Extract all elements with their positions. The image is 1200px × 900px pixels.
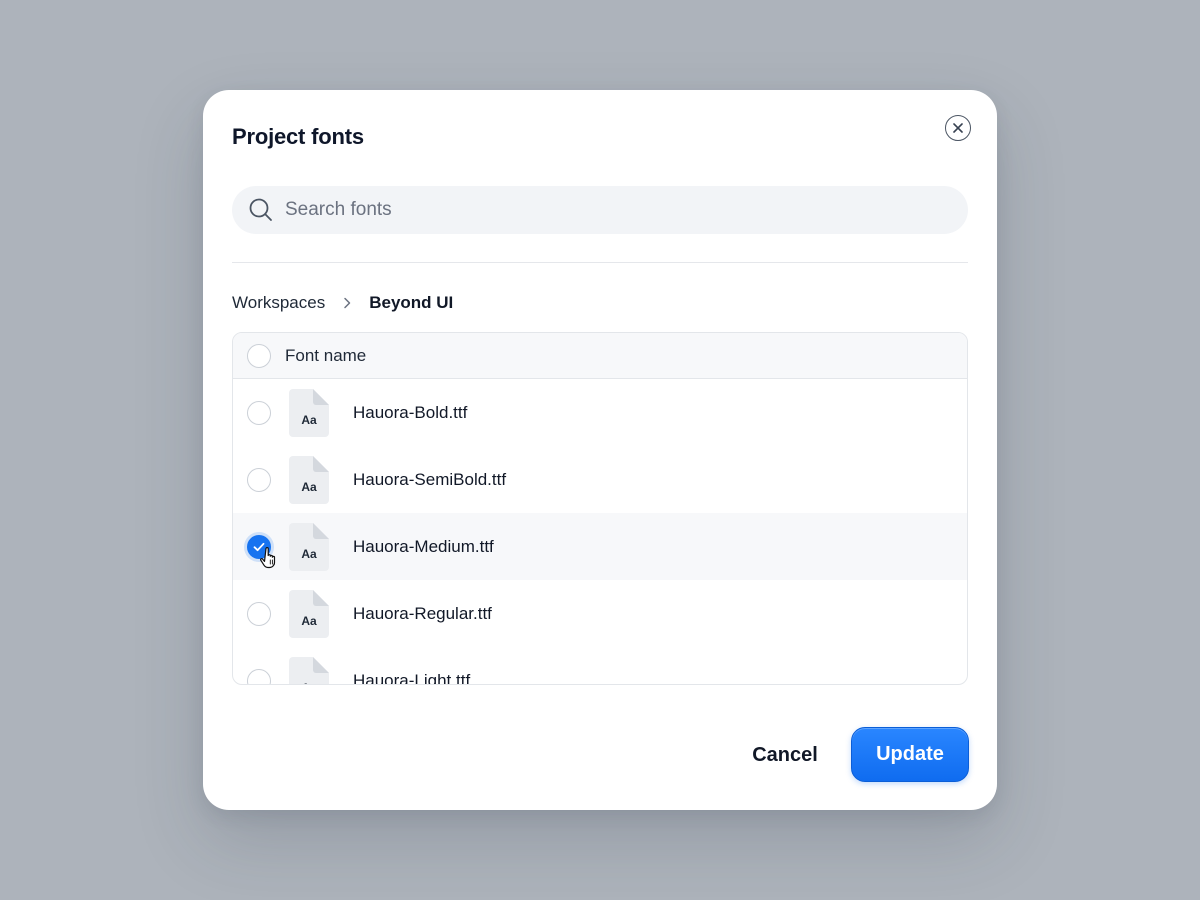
breadcrumb: Workspaces Beyond UI <box>232 293 453 313</box>
dialog-title: Project fonts <box>232 124 364 149</box>
font-file-icon: Aa <box>289 388 329 437</box>
font-file-name: Hauora-Regular.ttf <box>353 603 492 623</box>
close-icon <box>953 123 963 133</box>
update-button[interactable]: Update <box>851 727 969 782</box>
font-table: Font name Aa Hauora-Bold.ttf Aa Hauora-Semi… <box>232 332 968 685</box>
file-icon-label: Aa <box>301 613 317 628</box>
divider <box>232 262 968 263</box>
table-row[interactable]: Aa Hauora-Bold.ttf <box>233 379 967 446</box>
font-file-name: Hauora-Medium.ttf <box>353 536 494 556</box>
table-row[interactable]: Aa Hauora-Light.ttf <box>233 647 967 685</box>
font-file-icon: Aa <box>289 455 329 504</box>
table-row[interactable]: Aa Hauora-Medium.ttf <box>233 513 967 580</box>
file-icon-label: Aa <box>289 681 329 685</box>
hand-pointer-icon <box>260 546 276 568</box>
column-header-font-name: Font name <box>285 345 367 365</box>
breadcrumb-workspaces[interactable]: Workspaces <box>232 293 325 313</box>
file-icon-label: Aa <box>301 546 317 561</box>
search-bar[interactable] <box>232 186 968 234</box>
breadcrumb-current: Beyond UI <box>369 293 454 312</box>
row-checkbox[interactable] <box>247 400 271 425</box>
row-checkbox[interactable] <box>247 668 271 684</box>
row-checkbox[interactable] <box>247 467 271 492</box>
font-file-icon: Aa <box>289 589 329 638</box>
table-header: Font name <box>233 333 967 379</box>
table-row[interactable]: Aa Hauora-Regular.ttf <box>233 580 967 647</box>
font-file-name: Hauora-SemiBold.ttf <box>353 469 507 489</box>
font-file-icon: Aa <box>289 656 329 685</box>
project-fonts-dialog: Project fonts Workspaces Beyond UI Font … <box>203 90 997 810</box>
font-file-name: Hauora-Bold.ttf <box>353 402 468 422</box>
search-input[interactable] <box>285 199 885 221</box>
file-icon-label: Aa <box>301 412 317 427</box>
close-button[interactable] <box>945 115 971 141</box>
table-row[interactable]: Aa Hauora-SemiBold.ttf <box>233 446 967 513</box>
row-checkbox[interactable] <box>247 534 276 568</box>
select-all-checkbox[interactable] <box>247 343 271 368</box>
row-checkbox[interactable] <box>247 601 271 626</box>
search-icon <box>248 197 274 223</box>
chevron-right-icon <box>339 295 355 311</box>
font-list: Aa Hauora-Bold.ttf Aa Hauora-SemiBold.ttf Aa… <box>233 379 967 685</box>
font-file-icon: Aa <box>289 522 329 571</box>
file-icon-label: Aa <box>301 479 317 494</box>
font-file-name: Hauora-Light.ttf <box>353 670 471 685</box>
cancel-button[interactable]: Cancel <box>735 728 835 782</box>
